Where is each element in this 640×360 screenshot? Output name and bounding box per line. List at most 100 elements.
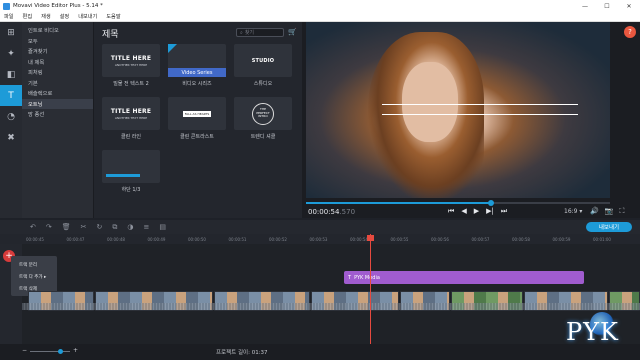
tile-caption: 클린 라인	[121, 134, 141, 140]
category-item[interactable]: 기본	[22, 78, 93, 89]
zoom-out-icon[interactable]: −	[22, 347, 27, 354]
zoom-slider-handle[interactable]	[58, 349, 63, 354]
title-tile[interactable]: Video Series 비디오 시리즈	[168, 44, 226, 87]
aspect-ratio-select[interactable]: 16:9 ▾	[564, 208, 582, 215]
clip-properties-icon[interactable]: ≡	[144, 223, 150, 231]
fullscreen-icon[interactable]: ⛶	[619, 207, 624, 216]
previous-frame-icon[interactable]: ◀	[461, 207, 466, 216]
menu-file[interactable]: 파일	[4, 13, 14, 20]
titles-panel: 제목 ⌕ 찾기 🛒 TITLE HERE ANOTHER TEXT HERE 밀…	[94, 22, 302, 218]
category-item[interactable]: 배슬렉으로	[22, 88, 93, 99]
category-item[interactable]: 모두	[22, 36, 93, 47]
tile-sample-subtitle: FALL AS HEARTS	[182, 111, 212, 117]
delete-icon[interactable]: 🗑	[62, 223, 71, 231]
search-placeholder: 찾기	[244, 30, 255, 36]
ruler-tick-label: 00:00:54	[350, 237, 368, 242]
title-tile[interactable]: TITLE HERE ANOTHER TEXT HERE 밀물 전 텍스트 2	[102, 44, 160, 87]
title-tile[interactable]: TITLE HERE ANOTHER TEXT HERE 클린 라인	[102, 97, 160, 140]
title-tile[interactable]: FALL AS HEARTS 클린 콘트라스트	[168, 97, 226, 140]
title-tile[interactable]: STUDIO 스튜디오	[234, 44, 292, 87]
preview-face	[402, 62, 458, 142]
tile-thumbnail: TITLE HERE ANOTHER TEXT HERE	[102, 97, 160, 130]
timecode-main: 00:00:54	[308, 208, 340, 216]
crop-icon[interactable]: ⧉	[112, 223, 117, 232]
ruler-tick-label: 00:00:50	[188, 237, 206, 242]
undo-icon[interactable]: ↶	[30, 223, 36, 231]
ruler-tick-label: 00:00:47	[66, 237, 85, 242]
magic-wand-icon[interactable]: ✦	[0, 43, 22, 64]
zoom-slider[interactable]	[30, 351, 70, 352]
tile-thumbnail: STUDIO	[234, 44, 292, 77]
timeline-ruler[interactable]: 00:00:45 00:00:47 00:00:48 00:00:49 00:00:50…	[0, 234, 640, 244]
ruler-tick-label: 00:00:58	[512, 237, 530, 242]
playhead-handle[interactable]	[367, 235, 374, 241]
zoom-in-icon[interactable]: +	[73, 347, 78, 354]
timeline-toolbar: ↶ ↷ 🗑 ✂ ↻ ⧉ ◑ ≡ ▤	[0, 220, 640, 234]
ruler-tick-label: 00:00:48	[107, 237, 125, 242]
app-logo-icon	[3, 2, 10, 10]
menu-edit[interactable]: 편집	[23, 13, 33, 20]
volume-icon[interactable]: 🔊	[590, 207, 599, 216]
go-to-end-icon[interactable]: ⏭	[501, 207, 507, 216]
color-adjust-icon[interactable]: ◑	[127, 223, 133, 231]
maximize-button[interactable]: ☐	[596, 0, 618, 12]
help-button[interactable]: ?	[624, 26, 636, 38]
search-input[interactable]: ⌕ 찾기	[236, 28, 284, 37]
watermark-logo: PYK	[566, 318, 619, 346]
titles-icon[interactable]: T	[0, 85, 22, 106]
tile-caption: 하단 1/3	[121, 187, 141, 193]
window-title: Movavi Video Editor Plus - 5.14 *	[13, 3, 103, 9]
timecode-ms: .570	[339, 208, 356, 216]
ruler-tick-label: 00:00:45	[26, 237, 44, 242]
tile-caption: 밀물 전 텍스트 2	[113, 81, 149, 87]
play-icon[interactable]: ▶	[474, 207, 479, 216]
preview-scrubber[interactable]	[306, 200, 610, 206]
playhead[interactable]	[370, 234, 371, 344]
category-item-selected[interactable]: 오트닝	[22, 98, 93, 109]
close-button[interactable]: ✕	[618, 0, 640, 12]
transport-controls: ⏮ ◀ ▶ ▶| ⏭	[448, 207, 507, 216]
export-button[interactable]: 내보내기	[586, 222, 632, 232]
ruler-tick-label: 00:00:57	[471, 237, 490, 242]
transitions-icon[interactable]: ◧	[0, 64, 22, 85]
menu-playback[interactable]: 재생	[41, 13, 51, 20]
menu-settings[interactable]: 설정	[60, 13, 70, 20]
filters-icon[interactable]: ◔	[0, 106, 22, 127]
video-preview[interactable]	[306, 22, 610, 198]
lower-third-bar	[106, 174, 140, 177]
title-tile[interactable]: 하단 1/3	[102, 150, 160, 193]
more-tools-icon[interactable]: ✖	[0, 127, 22, 148]
title-tile[interactable]: THE PERFECT INTRO 트렌디 셔클	[234, 97, 292, 140]
cart-icon[interactable]: 🛒	[288, 28, 297, 36]
split-icon[interactable]: ✂	[81, 223, 87, 231]
next-frame-icon[interactable]: ▶|	[486, 207, 494, 216]
category-item[interactable]: 내 제목	[22, 57, 93, 68]
menu-item-detach-track[interactable]: 트랙 분리	[11, 259, 57, 271]
menu-export[interactable]: 내보내기	[78, 13, 97, 20]
tile-thumbnail	[102, 150, 160, 183]
category-item[interactable]: 즐겨찾기	[22, 46, 93, 57]
minimize-button[interactable]: —	[574, 0, 596, 12]
import-icon[interactable]: ⊞	[0, 22, 22, 43]
scrubber-handle[interactable]	[488, 200, 495, 206]
category-item[interactable]: 피처링	[22, 67, 93, 78]
ruler-tick-label: 00:00:55	[390, 237, 409, 242]
title-bar: Movavi Video Editor Plus - 5.14 * — ☐ ✕	[0, 0, 640, 12]
title-clip[interactable]: T PYK Media	[344, 271, 584, 284]
title-clip-label: PYK Media	[354, 274, 380, 281]
tile-caption: 클린 콘트라스트	[180, 134, 214, 140]
rotate-icon[interactable]: ↻	[97, 223, 103, 231]
search-icon: ⌕	[240, 29, 243, 36]
category-item[interactable]: 망 종선	[22, 109, 93, 120]
tool-rail: ⊞ ✦ ◧ T ◔ ✖	[0, 22, 22, 218]
overlay-icon[interactable]: ▤	[159, 223, 166, 231]
tile-thumbnail: TITLE HERE ANOTHER TEXT HERE	[102, 44, 160, 77]
redo-icon[interactable]: ↷	[46, 223, 52, 231]
status-bar: − + 프로젝트 길이: 01:37	[0, 344, 640, 360]
track-context-menu: 트랙 분리 트랙 다 추가 ▸ 트랙 삭제	[11, 256, 57, 296]
go-to-start-icon[interactable]: ⏮	[448, 207, 454, 216]
menu-help[interactable]: 도움말	[106, 13, 120, 20]
snapshot-icon[interactable]: 📷	[605, 207, 614, 216]
category-item[interactable]: 인트로 비디오	[22, 25, 93, 36]
menu-item-add-track[interactable]: 트랙 다 추가 ▸	[11, 271, 57, 283]
